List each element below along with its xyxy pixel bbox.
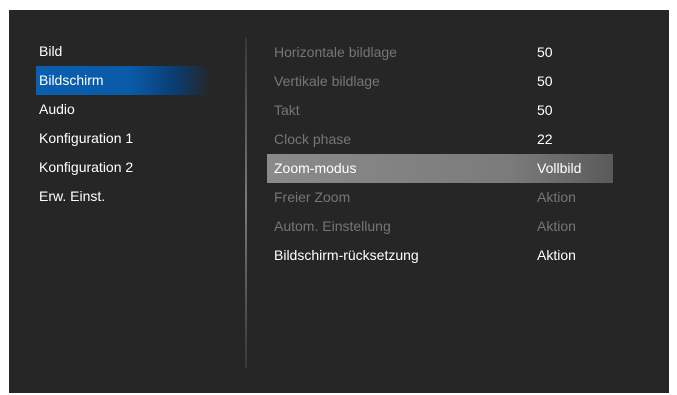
menu-item-bild[interactable]: Bild — [36, 37, 211, 66]
setting-autom-einstellung[interactable]: Autom. Einstellung Aktion — [267, 212, 613, 241]
setting-label: Horizontale bildlage — [274, 44, 397, 60]
menu-item-konfiguration-1[interactable]: Konfiguration 1 — [36, 124, 211, 153]
settings-list: Horizontale bildlage 50 Vertikale bildla… — [267, 38, 613, 270]
setting-value: 50 — [537, 44, 553, 60]
category-menu: Bild Bildschirm Audio Konfiguration 1 Ko… — [36, 37, 211, 211]
setting-label: Freier Zoom — [274, 189, 351, 205]
setting-label: Autom. Einstellung — [274, 218, 391, 234]
setting-vertikale-bildlage[interactable]: Vertikale bildlage 50 — [267, 67, 613, 96]
setting-horizontale-bildlage[interactable]: Horizontale bildlage 50 — [267, 38, 613, 67]
setting-value: Vollbild — [537, 160, 582, 176]
setting-freier-zoom[interactable]: Freier Zoom Aktion — [267, 183, 613, 212]
setting-value: 22 — [537, 131, 553, 147]
setting-value: Aktion — [537, 218, 576, 234]
menu-item-erw-einst[interactable]: Erw. Einst. — [36, 182, 211, 211]
setting-label: Vertikale bildlage — [274, 73, 380, 89]
setting-value: 50 — [537, 102, 553, 118]
menu-divider — [245, 38, 247, 368]
setting-takt[interactable]: Takt 50 — [267, 96, 613, 125]
menu-item-audio[interactable]: Audio — [36, 95, 211, 124]
setting-value: Aktion — [537, 189, 576, 205]
setting-zoom-modus[interactable]: Zoom-modus Vollbild — [267, 154, 613, 183]
setting-label: Bildschirm-rücksetzung — [274, 247, 419, 263]
osd-screen: Bild Bildschirm Audio Konfiguration 1 Ko… — [9, 10, 669, 393]
setting-label: Zoom-modus — [274, 160, 357, 176]
setting-clock-phase[interactable]: Clock phase 22 — [267, 125, 613, 154]
setting-value: Aktion — [537, 247, 576, 263]
setting-bildschirm-ruecksetzung[interactable]: Bildschirm-rücksetzung Aktion — [267, 241, 613, 270]
menu-item-konfiguration-2[interactable]: Konfiguration 2 — [36, 153, 211, 182]
setting-label: Takt — [274, 102, 300, 118]
setting-label: Clock phase — [274, 131, 352, 147]
setting-value: 50 — [537, 73, 553, 89]
menu-item-bildschirm[interactable]: Bildschirm — [36, 66, 211, 95]
